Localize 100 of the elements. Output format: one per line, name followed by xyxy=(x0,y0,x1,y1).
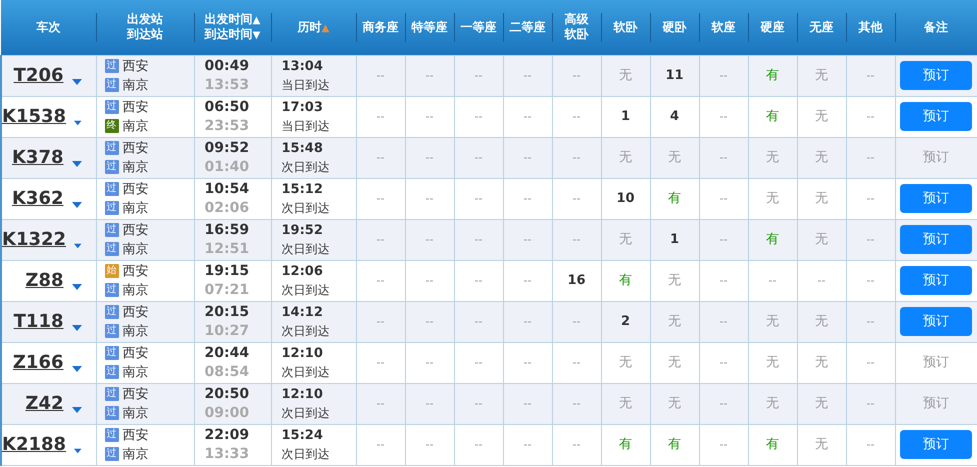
arrival-day-text: 次日到达 xyxy=(282,446,330,462)
dropdown-caret-icon[interactable] xyxy=(74,242,82,248)
seat-availability: -- xyxy=(720,397,728,410)
duration-text: 19:52 xyxy=(282,222,323,240)
station-name: 南京 xyxy=(122,404,148,422)
seat-availability: 无 xyxy=(766,190,779,206)
seat-availability: -- xyxy=(572,192,580,206)
seat-availability: -- xyxy=(376,438,384,452)
seat-availability: -- xyxy=(720,151,728,164)
column-header: 高级 xyxy=(564,12,588,26)
station-badge: 始 xyxy=(104,264,118,278)
book-button[interactable]: 预订 xyxy=(900,430,972,459)
book-button[interactable]: 预订 xyxy=(900,225,972,254)
duration-text: 12:06 xyxy=(282,262,323,280)
seat-availability: -- xyxy=(866,192,874,206)
station-name: 西安 xyxy=(122,344,148,362)
seat-availability: -- xyxy=(426,233,434,246)
station-name: 西安 xyxy=(122,262,148,280)
column-header[interactable]: 出发时间 xyxy=(204,12,253,26)
seat-availability: 无 xyxy=(815,314,828,329)
station-name: 南京 xyxy=(122,76,148,94)
dropdown-caret-icon[interactable] xyxy=(74,120,82,126)
seat-availability: -- xyxy=(866,151,874,164)
seat-availability: -- xyxy=(376,151,384,164)
seat-availability: 有 xyxy=(766,232,779,247)
seat-availability: 无 xyxy=(668,272,681,288)
seat-availability: 无 xyxy=(815,190,828,206)
seat-availability: 无 xyxy=(815,108,828,124)
sort-arrow-icon[interactable]: ▲ xyxy=(252,14,260,26)
column-header: 其他 xyxy=(858,20,882,34)
departure-time: 10:54 xyxy=(204,180,250,198)
station-name: 南京 xyxy=(122,240,148,258)
seat-availability: -- xyxy=(474,397,482,410)
column-header: 商务座 xyxy=(362,20,398,34)
seat-availability: -- xyxy=(376,397,384,410)
seat-availability: -- xyxy=(474,192,482,206)
seat-availability: -- xyxy=(768,274,776,288)
duration-text: 15:24 xyxy=(282,426,323,444)
book-button[interactable]: 预订 xyxy=(900,102,972,131)
column-header: 备注 xyxy=(924,20,948,34)
column-header[interactable]: 历时 xyxy=(298,20,322,34)
seat-availability: 无 xyxy=(668,354,681,370)
seat-availability: 2 xyxy=(620,314,630,329)
seat-availability: -- xyxy=(426,69,434,82)
book-button[interactable]: 预订 xyxy=(900,307,972,336)
seat-availability: -- xyxy=(572,69,580,82)
station-badge: 过 xyxy=(104,78,118,92)
station-badge: 过 xyxy=(104,223,118,237)
seat-availability: 无 xyxy=(815,232,828,247)
departure-time: 00:49 xyxy=(204,56,250,76)
sort-arrow-icon[interactable]: ▼ xyxy=(252,30,260,42)
seat-availability: 无 xyxy=(766,314,779,329)
seat-availability: -- xyxy=(572,397,580,410)
dropdown-caret-icon[interactable] xyxy=(72,160,82,166)
departure-time: 09:52 xyxy=(204,138,250,158)
station-badge: 终 xyxy=(104,119,118,133)
seat-availability: -- xyxy=(720,233,728,246)
station-badge: 过 xyxy=(104,387,118,401)
duration-text: 15:48 xyxy=(282,140,323,158)
station-name: 西安 xyxy=(122,98,148,116)
arrival-time: 08:54 xyxy=(204,362,250,382)
seat-availability: 16 xyxy=(567,272,586,288)
book-button[interactable]: 预订 xyxy=(900,184,972,213)
seat-availability: 1 xyxy=(670,232,680,247)
dropdown-caret-icon[interactable] xyxy=(72,202,82,208)
seat-availability: -- xyxy=(720,192,728,206)
duration-text: 12:10 xyxy=(282,386,323,404)
station-name: 西安 xyxy=(122,58,148,74)
dropdown-caret-icon[interactable] xyxy=(72,406,82,412)
seat-availability: 无 xyxy=(668,150,681,165)
column-header: 软座 xyxy=(712,20,736,34)
station-badge: 过 xyxy=(104,59,118,73)
seat-availability: 有 xyxy=(619,272,632,288)
duration-text: 13:04 xyxy=(282,58,323,76)
arrival-time: 09:00 xyxy=(204,404,250,422)
dropdown-caret-icon[interactable] xyxy=(72,366,82,372)
column-header: 特等座 xyxy=(412,20,448,34)
departure-time: 19:15 xyxy=(204,262,250,280)
arrival-time: 01:40 xyxy=(204,158,250,176)
arrival-time: 12:51 xyxy=(204,240,250,258)
station-badge: 过 xyxy=(104,406,118,420)
seat-availability: -- xyxy=(720,274,728,288)
station-name: 南京 xyxy=(122,118,148,134)
seat-availability: -- xyxy=(866,233,874,246)
duration-text: 15:12 xyxy=(282,180,323,198)
arrival-day-text: 次日到达 xyxy=(282,404,330,422)
seat-availability: 有 xyxy=(668,436,681,452)
book-button[interactable]: 预订 xyxy=(900,61,972,90)
book-button[interactable]: 预订 xyxy=(900,266,972,295)
dropdown-caret-icon[interactable] xyxy=(72,78,82,84)
station-badge: 过 xyxy=(104,141,118,155)
dropdown-caret-icon[interactable] xyxy=(72,324,82,330)
station-badge: 过 xyxy=(104,346,118,360)
station-badge: 过 xyxy=(104,283,118,297)
seat-availability: -- xyxy=(524,356,532,370)
dropdown-caret-icon[interactable] xyxy=(72,284,82,290)
column-header[interactable]: 到达时间 xyxy=(204,27,253,42)
duration-text: 17:03 xyxy=(282,98,323,116)
dropdown-caret-icon[interactable] xyxy=(74,448,82,454)
arrival-day-text: 当日到达 xyxy=(282,118,330,134)
